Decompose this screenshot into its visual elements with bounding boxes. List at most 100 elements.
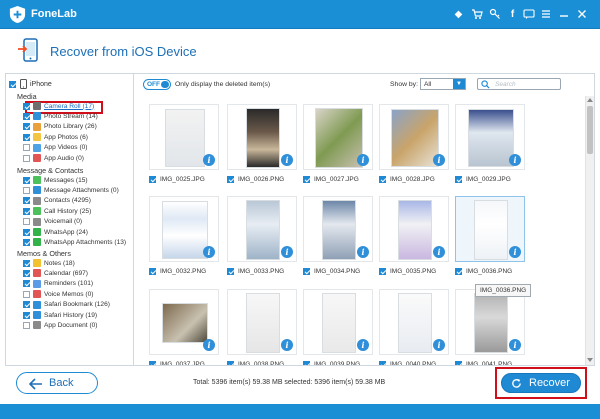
diamond-icon[interactable]: ◆ xyxy=(452,8,465,21)
photo-tile[interactable]: i IMG_0035.PNG xyxy=(379,196,449,275)
category-checkbox[interactable] xyxy=(23,176,30,184)
category-checkbox[interactable] xyxy=(23,112,30,120)
sidebar-item-reminders[interactable]: Reminders (101) xyxy=(23,279,93,289)
category-checkbox[interactable] xyxy=(23,301,30,309)
photo-checkbox[interactable] xyxy=(149,175,156,183)
photo-tile[interactable]: i IMG_0038.PNG xyxy=(227,289,297,365)
sidebar-item-contacts[interactable]: Contacts (4295) xyxy=(23,196,91,206)
info-icon[interactable]: i xyxy=(281,246,293,258)
sidebar-item-messages[interactable]: Messages (15) xyxy=(23,175,88,185)
category-checkbox[interactable] xyxy=(23,218,30,226)
info-icon[interactable]: i xyxy=(203,339,215,351)
photo-tile[interactable]: i IMG_0037.JPG xyxy=(149,289,219,365)
sidebar-item-app-photos[interactable]: App Photos (6) xyxy=(23,132,88,142)
info-icon[interactable]: i xyxy=(433,246,445,258)
photo-thumbnail-frame[interactable]: i xyxy=(455,196,525,262)
photo-tile[interactable]: i IMG_0027.JPG xyxy=(303,104,373,183)
photo-checkbox[interactable] xyxy=(227,267,234,275)
category-checkbox[interactable] xyxy=(23,144,30,152)
sidebar-item-notes[interactable]: Notes (18) xyxy=(23,258,75,268)
minimize-icon[interactable] xyxy=(557,8,570,21)
category-checkbox[interactable] xyxy=(23,123,30,131)
info-icon[interactable]: i xyxy=(433,339,445,351)
info-icon[interactable]: i xyxy=(509,339,521,351)
sidebar-item-voicemail[interactable]: Voicemail (0) xyxy=(23,217,82,227)
photo-thumbnail-frame[interactable]: i xyxy=(379,289,449,355)
category-checkbox[interactable] xyxy=(23,133,30,141)
photo-checkbox[interactable] xyxy=(227,360,234,365)
device-checkbox[interactable] xyxy=(9,80,16,88)
grid-scrollbar[interactable] xyxy=(585,96,594,365)
info-icon[interactable]: i xyxy=(203,154,215,166)
category-checkbox[interactable] xyxy=(23,311,30,319)
info-icon[interactable]: i xyxy=(357,339,369,351)
photo-checkbox[interactable] xyxy=(303,267,310,275)
photo-thumbnail-frame[interactable]: i xyxy=(227,104,297,170)
photo-thumbnail-frame[interactable]: i xyxy=(455,289,525,355)
sidebar-item-photo-library[interactable]: Photo Library (26) xyxy=(23,122,97,132)
info-icon[interactable]: i xyxy=(509,154,521,166)
photo-tile[interactable]: i IMG_0033.PNG xyxy=(227,196,297,275)
photo-checkbox[interactable] xyxy=(227,175,234,183)
sidebar-item-safari-bookmark[interactable]: Safari Bookmark (126) xyxy=(23,300,110,310)
photo-tile[interactable]: i IMG_0029.JPG xyxy=(455,104,525,183)
category-checkbox[interactable] xyxy=(23,269,30,277)
photo-thumbnail-frame[interactable]: i xyxy=(227,289,297,355)
category-checkbox[interactable] xyxy=(23,259,30,267)
photo-thumbnail-frame[interactable]: i xyxy=(303,196,373,262)
photo-thumbnail-frame[interactable]: i xyxy=(149,196,219,262)
scroll-down-icon[interactable] xyxy=(587,358,593,362)
photo-checkbox[interactable] xyxy=(379,267,386,275)
photo-tile[interactable]: i IMG_0028.JPG xyxy=(379,104,449,183)
show-by-select[interactable]: All ▼ xyxy=(420,78,466,90)
category-checkbox[interactable] xyxy=(23,290,30,298)
category-checkbox[interactable] xyxy=(23,228,30,236)
deleted-only-toggle[interactable]: OFF xyxy=(143,79,171,90)
chevron-down-icon[interactable]: ▼ xyxy=(453,79,465,89)
sidebar-item-voice-memos[interactable]: Voice Memos (0) xyxy=(23,289,93,299)
photo-thumbnail-frame[interactable]: i xyxy=(149,289,219,355)
photo-tile[interactable]: i IMG_0041.PNG xyxy=(455,289,525,365)
scroll-thumb[interactable] xyxy=(587,106,593,154)
category-checkbox[interactable] xyxy=(23,321,30,329)
sidebar-item-app-document[interactable]: App Document (0) xyxy=(23,320,98,330)
category-checkbox[interactable] xyxy=(23,280,30,288)
sidebar-item-calendar[interactable]: Calendar (697) xyxy=(23,268,88,278)
device-root-item[interactable]: iPhone xyxy=(9,78,52,90)
info-icon[interactable]: i xyxy=(509,246,521,258)
photo-thumbnail-frame[interactable]: i xyxy=(149,104,219,170)
category-checkbox[interactable] xyxy=(23,197,30,205)
photo-thumbnail-frame[interactable]: i xyxy=(303,289,373,355)
category-checkbox[interactable] xyxy=(23,207,30,215)
info-icon[interactable]: i xyxy=(357,246,369,258)
photo-checkbox[interactable] xyxy=(379,175,386,183)
photo-checkbox[interactable] xyxy=(379,360,386,365)
photo-tile[interactable]: i IMG_0036.PNG xyxy=(455,196,525,275)
photo-thumbnail-frame[interactable]: i xyxy=(303,104,373,170)
photo-thumbnail-frame[interactable]: i xyxy=(379,196,449,262)
back-button[interactable]: Back xyxy=(16,372,98,394)
cart-icon[interactable] xyxy=(470,8,483,21)
chat-icon[interactable] xyxy=(522,8,535,21)
sidebar-item-photo-stream[interactable]: Photo Stream (14) xyxy=(23,111,98,121)
facebook-icon[interactable]: f xyxy=(506,8,519,21)
sidebar-item-call-history[interactable]: Call History (25) xyxy=(23,206,91,216)
photo-thumbnail-frame[interactable]: i xyxy=(227,196,297,262)
photo-tile[interactable]: i IMG_0026.PNG xyxy=(227,104,297,183)
photo-checkbox[interactable] xyxy=(455,267,462,275)
photo-thumbnail-frame[interactable]: i xyxy=(379,104,449,170)
photo-checkbox[interactable] xyxy=(303,175,310,183)
photo-tile[interactable]: i IMG_0039.PNG xyxy=(303,289,373,365)
photo-checkbox[interactable] xyxy=(455,175,462,183)
photo-checkbox[interactable] xyxy=(149,360,156,365)
sidebar-item-whatsapp[interactable]: WhatsApp (24) xyxy=(23,227,88,237)
sidebar-item-safari-history[interactable]: Safari History (19) xyxy=(23,310,97,320)
photo-thumbnail-frame[interactable]: i xyxy=(455,104,525,170)
photo-checkbox[interactable] xyxy=(149,267,156,275)
category-checkbox[interactable] xyxy=(23,238,30,246)
category-checkbox[interactable] xyxy=(23,102,30,110)
sidebar-item-app-audio[interactable]: App Audio (0) xyxy=(23,153,84,163)
photo-tile[interactable]: i IMG_0025.JPG xyxy=(149,104,219,183)
photo-tile[interactable]: i IMG_0040.PNG xyxy=(379,289,449,365)
sidebar-item-app-videos[interactable]: App Videos (0) xyxy=(23,143,88,153)
